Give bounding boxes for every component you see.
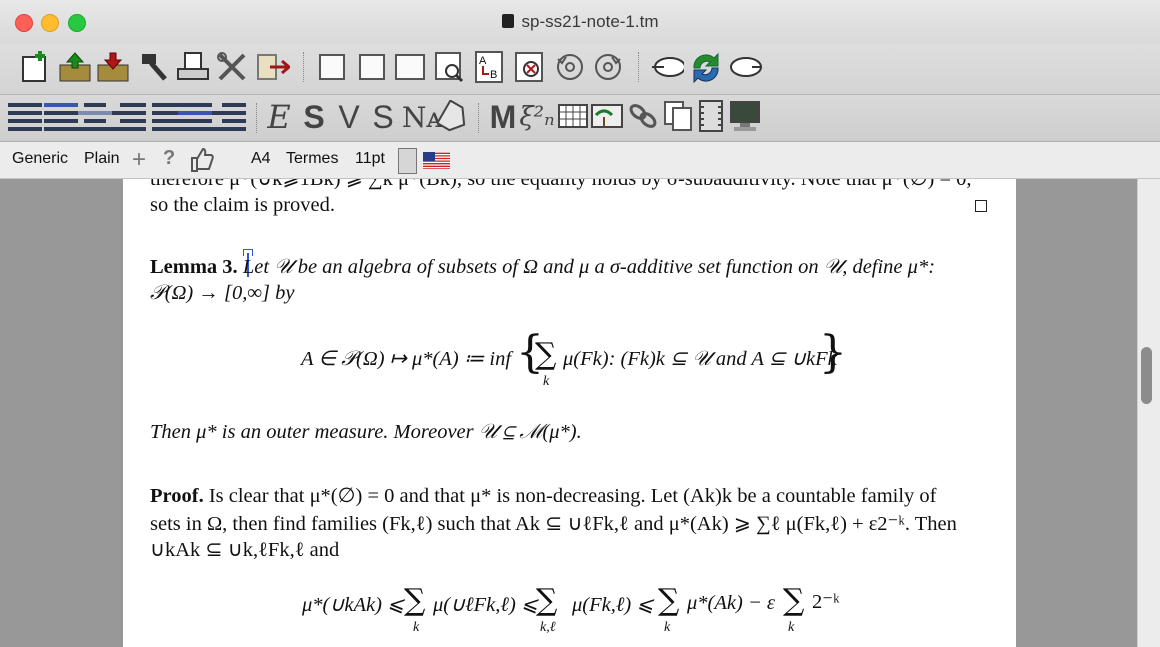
stop-icon[interactable]: [513, 50, 547, 84]
style-menu[interactable]: Generic: [12, 150, 68, 168]
align-right-icon[interactable]: [212, 103, 246, 131]
exit-icon[interactable]: [256, 50, 290, 84]
symbol-button[interactable]: ξ²ₙ: [519, 101, 554, 133]
enumerate-icon[interactable]: [178, 103, 212, 131]
toolbar-separator: [478, 103, 479, 133]
tag-icon[interactable]: [436, 99, 470, 133]
back-icon[interactable]: [650, 50, 684, 84]
eq2-term-1: μ*(∪kAk) ⩽: [302, 594, 405, 616]
redo-icon[interactable]: [591, 50, 625, 84]
page-layout-3-icon[interactable]: [393, 50, 427, 84]
itemize-icon[interactable]: [146, 103, 180, 131]
document-icon: [501, 14, 514, 28]
paper-size-menu[interactable]: A4: [251, 150, 271, 168]
qed-symbol: [975, 200, 987, 212]
eq2-sum-2: ∑: [536, 583, 558, 618]
app-window: sp-ss21-note-1.tm A B E S V S Nᴀ M ξ²ₙ G…: [0, 0, 1160, 647]
align-left-icon[interactable]: [8, 103, 42, 131]
then-line: Then μ* is an outer measure. Moreover 𝒰 …: [150, 421, 582, 443]
title-bar: sp-ss21-note-1.tm: [0, 0, 1160, 44]
vertical-scrollbar[interactable]: [1137, 179, 1160, 647]
spell-check-icon[interactable]: AB: [473, 50, 507, 84]
eq2-sum-1-sub: k: [413, 620, 420, 635]
top-fragment: therefore μ*(∪k⩾1Bk) ⩾ ∑k μ*(Bk), so the…: [150, 179, 972, 190]
link-icon[interactable]: [626, 99, 660, 133]
eq2-sum-1: ∑: [404, 583, 426, 618]
open-icon[interactable]: [58, 50, 92, 84]
save-icon[interactable]: [96, 50, 130, 84]
thumbs-up-icon[interactable]: [188, 145, 214, 179]
samp-button[interactable]: S: [368, 99, 398, 135]
toolbar-separator: [303, 52, 304, 82]
plus-icon[interactable]: +: [132, 146, 146, 174]
table-icon[interactable]: [556, 99, 590, 133]
proved-line: so the claim is proved.: [150, 194, 336, 216]
animation-icon[interactable]: [694, 99, 728, 133]
eq1-sum-sub: k: [543, 374, 550, 389]
eq2-term-2: μ(∪ℓFk,ℓ) ⩽: [433, 594, 539, 616]
verbatim-button[interactable]: V: [334, 99, 364, 135]
svg-text:B: B: [490, 69, 497, 81]
eq2-term-3: μ(Fk,ℓ) ⩽: [572, 594, 654, 616]
name-button[interactable]: Nᴀ: [402, 101, 442, 134]
vertical-scrollbar-thumb[interactable]: [1141, 347, 1152, 404]
image-icon[interactable]: [590, 99, 624, 133]
mode-bar: Generic Plain + ? A4 Termes 11pt: [0, 142, 1160, 179]
eq1-lhs: A ∈ 𝒫(Ω) ↦ μ*(A) ≔ inf: [301, 348, 512, 370]
build-icon[interactable]: [138, 50, 172, 84]
eq2-sum-4-sub: k: [788, 620, 795, 635]
center-icon[interactable]: [78, 103, 112, 131]
window-title: sp-ss21-note-1.tm: [0, 12, 1160, 32]
eq1-sum: ∑: [535, 337, 557, 372]
format-toolbar: E S V S Nᴀ M ξ²ₙ: [0, 95, 1160, 142]
lemma-label: Lemma 3.: [150, 256, 238, 278]
emphasis-button[interactable]: E: [264, 98, 294, 136]
eq1-inner: μ(Fk): (Fk)k ⊆ 𝒰 and A ⊆ ∪kFk: [563, 348, 837, 370]
math-button[interactable]: M: [488, 99, 518, 135]
toolbar-separator: [638, 52, 639, 82]
lemma-line-1: Lemma 3. Let 𝒰 be an algebra of subsets …: [150, 256, 935, 279]
new-document-icon[interactable]: [18, 50, 52, 84]
lemma-line-2: 𝒫(Ω) → [0,∞] by: [150, 282, 295, 304]
proof-line-1: Proof. Is clear that μ*(∅) = 0 and that …: [150, 483, 936, 508]
eq2-term-4: μ*(Ak) − ε: [687, 592, 775, 614]
main-toolbar: AB: [0, 44, 1160, 95]
font-size-menu[interactable]: 11pt: [355, 150, 385, 168]
preferences-icon[interactable]: [216, 50, 250, 84]
eq2-sum-3-sub: k: [664, 620, 671, 635]
document-area[interactable]: therefore μ*(∪k⩾1Bk) ⩾ ∑k μ*(Bk), so the…: [0, 179, 1160, 647]
refresh-icon[interactable]: [688, 50, 722, 84]
forward-icon[interactable]: [728, 50, 762, 84]
strong-button[interactable]: S: [299, 99, 329, 135]
proof-label: Proof.: [150, 485, 204, 507]
session-icon[interactable]: [728, 99, 762, 133]
list-icon[interactable]: [112, 103, 146, 131]
toolbar-separator: [256, 103, 257, 133]
title-style-icon[interactable]: [44, 103, 78, 131]
print-icon[interactable]: [176, 50, 210, 84]
window-title-text: sp-ss21-note-1.tm: [521, 12, 659, 31]
proof-line-2: sets in Ω, then find families (Fk,ℓ) suc…: [150, 513, 957, 535]
proof-text-1: Is clear that μ*(∅) = 0 and that μ* is n…: [208, 485, 937, 507]
lemma-text-1: Let 𝒰 be an algebra of subsets of Ω and …: [242, 256, 936, 278]
eq2-sum-2-sub: k,ℓ: [540, 620, 556, 635]
eq1-right-brace: }: [819, 327, 847, 378]
page-layout-icon[interactable]: [315, 50, 349, 84]
language-flag-icon[interactable]: [423, 152, 450, 174]
document-page[interactable]: therefore μ*(∪k⩾1Bk) ⩾ ∑k μ*(Bk), so the…: [123, 179, 1016, 647]
mode-menu[interactable]: Plain: [84, 150, 120, 168]
eq2-term-5: 2⁻ᵏ: [812, 591, 840, 613]
multipart-icon[interactable]: [662, 99, 696, 133]
page-layout-2-icon[interactable]: [355, 50, 389, 84]
zoom-icon[interactable]: [433, 50, 467, 84]
proof-line-3: ∪kAk ⊆ ∪k,ℓFk,ℓ and: [150, 539, 340, 561]
svg-text:A: A: [479, 55, 487, 67]
help-icon[interactable]: ?: [163, 147, 175, 170]
eq2-sum-3: ∑: [658, 583, 680, 618]
eq2-sum-4: ∑: [783, 583, 805, 618]
font-menu[interactable]: Termes: [286, 150, 338, 168]
page-layout-toggle[interactable]: [398, 148, 417, 174]
undo-icon[interactable]: [553, 50, 587, 84]
